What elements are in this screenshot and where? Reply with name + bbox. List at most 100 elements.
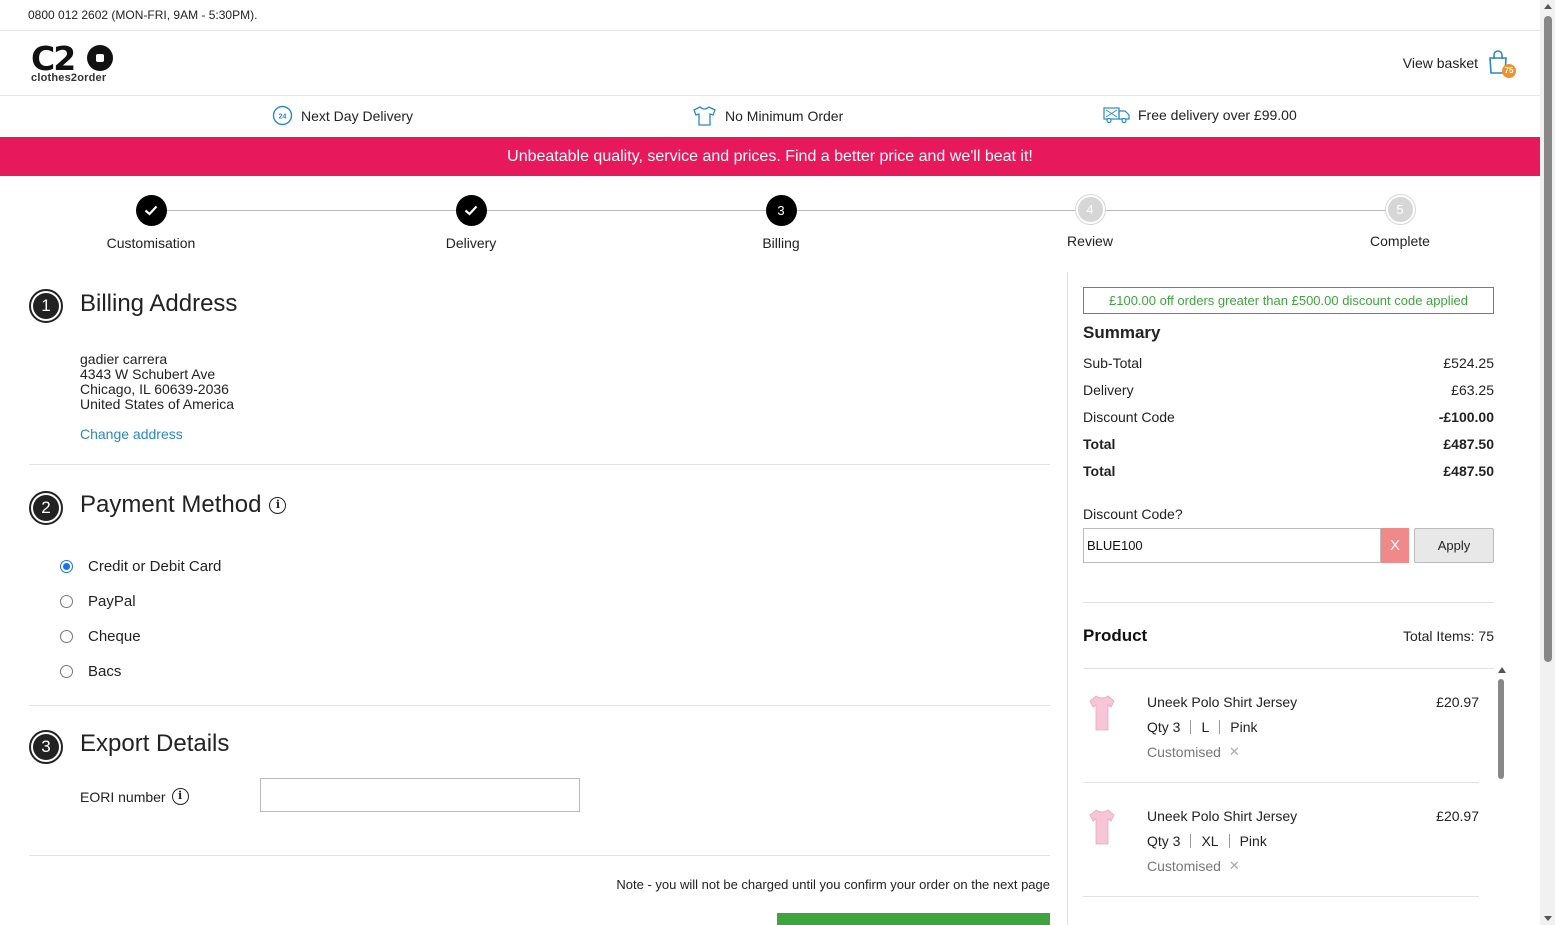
order-summary-panel: £100.00 off orders greater than £500.00 … [1083, 287, 1506, 925]
payment-option-paypal[interactable]: PayPal [60, 593, 136, 610]
section-title: Export Details [80, 730, 230, 757]
usp-label: Next Day Delivery [301, 107, 414, 124]
scroll-up-arrow-icon[interactable] [1544, 4, 1552, 9]
customised-tag: Customised ✕ [1147, 744, 1240, 760]
product-meta: Qty 3 XL Pink [1147, 833, 1267, 849]
usp-next-day: 24 Next Day Delivery [272, 105, 413, 126]
checkmark-icon [455, 195, 487, 226]
total-items: Total Items: 75 [1402, 627, 1494, 644]
product-name[interactable]: Uneek Polo Shirt Jersey [1147, 694, 1297, 710]
remove-icon[interactable]: ✕ [1229, 858, 1240, 874]
checkmark-icon [135, 195, 167, 226]
summary-rows: Sub-Total £524.25 Delivery £63.25 Discount… [1083, 350, 1494, 485]
section-number: 2 [29, 491, 63, 525]
product-meta: Qty 3 L Pink [1147, 719, 1258, 735]
column-divider [1067, 272, 1068, 925]
radio-button[interactable] [60, 595, 73, 608]
step-label: Review [1067, 233, 1113, 249]
checkout-progress: Customisation Delivery 3 Billing 4 Revie… [0, 176, 1540, 272]
step-label: Billing [762, 235, 800, 251]
address-country: United States of America [80, 396, 235, 412]
product-list-header: Product Total Items: 75 [1083, 603, 1494, 669]
product-name[interactable]: Uneek Polo Shirt Jersey [1147, 808, 1297, 824]
discount-code-input[interactable]: BLUE100 [1083, 528, 1381, 563]
scroll-down-arrow-icon[interactable] [1544, 916, 1552, 921]
logo-mark: C2 [31, 42, 117, 75]
product-list-scrollbar[interactable] [1497, 667, 1506, 925]
summary-row-subtotal: Sub-Total £524.25 [1083, 355, 1494, 371]
24h-delivery-icon: 24 [272, 105, 293, 126]
eori-label: EORI number i [80, 788, 189, 805]
price-promise-banner: Unbeatable quality, service and prices. … [0, 137, 1540, 176]
step-delivery[interactable]: Delivery [411, 195, 531, 251]
section-title: Billing Address [80, 290, 238, 317]
usp-label: No Minimum Order [725, 107, 844, 124]
payment-option-card[interactable]: Credit or Debit Card [60, 558, 221, 575]
section-title: Payment Method i [80, 491, 287, 519]
step-label: Delivery [445, 235, 497, 251]
product-thumbnail[interactable] [1087, 807, 1117, 847]
usp-no-minimum: No Minimum Order [692, 105, 843, 126]
payment-method-section: 2 Payment Method i Credit or Debit Card P… [29, 465, 1050, 706]
continue-button[interactable] [777, 913, 1050, 925]
scrollbar-thumb[interactable] [1544, 16, 1552, 662]
product-thumbnail[interactable] [1087, 693, 1117, 733]
basket-count-badge: 75 [1502, 64, 1516, 78]
section-number: 3 [29, 730, 63, 764]
summary-title: Summary [1083, 323, 1161, 342]
product-price: £20.97 [1436, 808, 1479, 824]
page-scrollbar[interactable] [1540, 0, 1555, 925]
scrollbar-thumb[interactable] [1498, 679, 1504, 779]
product-list: Uneek Polo Shirt Jersey £20.97 Qty 3 L Pin… [1083, 667, 1506, 925]
customised-tag: Customised ✕ [1147, 858, 1240, 874]
list-item: Uneek Polo Shirt Jersey £20.97 Qty 3 XL Pi… [1083, 783, 1479, 897]
step-complete: 5 Complete [1340, 195, 1460, 249]
summary-row-discount: Discount Code -£100.00 [1083, 409, 1494, 425]
discount-applied-notice: £100.00 off orders greater than £500.00 … [1083, 287, 1494, 314]
step-number: 5 [1385, 195, 1415, 224]
eori-input[interactable] [260, 778, 580, 812]
step-number: 3 [765, 195, 797, 226]
remove-icon[interactable]: ✕ [1229, 744, 1240, 760]
view-basket-label: View basket [1402, 55, 1478, 71]
shopping-bag-icon: 75 [1488, 50, 1516, 78]
charge-note: Note - you will not be charged until you… [616, 877, 1050, 892]
step-label: Complete [1370, 233, 1430, 249]
usp-bar: 24 Next Day Delivery No Minimum Order Fr… [0, 96, 1540, 137]
payment-option-cheque[interactable]: Cheque [60, 628, 141, 645]
radio-button[interactable] [60, 630, 73, 643]
info-icon[interactable]: i [269, 496, 287, 514]
product-heading: Product [1083, 625, 1148, 645]
billing-address-section: 1 Billing Address gadier carrera 4343 W … [29, 272, 1050, 465]
top-contact-bar: 0800 012 2602 (MON-FRI, 9AM - 5:30PM). [0, 0, 1540, 31]
payment-option-bacs[interactable]: Bacs [60, 663, 121, 680]
apply-discount-button[interactable]: Apply [1414, 528, 1494, 563]
checkout-form: 1 Billing Address gadier carrera 4343 W … [29, 272, 1050, 925]
clothes2order-logo[interactable]: C2 clothes2order [31, 42, 117, 86]
radio-button[interactable] [60, 665, 73, 678]
list-item: Uneek Polo Shirt Jersey £20.97 Qty 3 L Pin… [1083, 669, 1479, 783]
step-number: 4 [1075, 195, 1105, 224]
step-customisation[interactable]: Customisation [91, 195, 211, 251]
section-number: 1 [29, 289, 63, 323]
discount-code-form: BLUE100 X Apply [1083, 528, 1494, 563]
view-basket-link[interactable]: View basket 75 [1402, 50, 1516, 78]
usp-free-delivery: Free delivery over £99.00 [1103, 105, 1297, 124]
info-icon[interactable]: i [171, 788, 189, 805]
scroll-up-arrow-icon[interactable] [1498, 667, 1506, 673]
billing-address: gadier carrera 4343 W Schubert Ave Chica… [80, 352, 234, 412]
product-price: £20.97 [1436, 694, 1479, 710]
svg-text:24: 24 [279, 114, 287, 121]
site-header: C2 clothes2order View basket 75 [0, 31, 1540, 96]
clear-discount-button[interactable]: X [1381, 528, 1409, 563]
usp-label: Free delivery over £99.00 [1138, 106, 1297, 123]
summary-row-total: Total £487.50 [1083, 463, 1494, 479]
address-city: Chicago, IL 60639-2036 [80, 381, 229, 397]
step-label: Customisation [106, 235, 196, 251]
summary-row-delivery: Delivery £63.25 [1083, 382, 1494, 398]
step-review: 4 Review [1030, 195, 1150, 249]
phone-number: 0800 012 2602 (MON-FRI, 9AM - 5:30PM). [28, 8, 258, 22]
delivery-truck-icon [1103, 107, 1130, 124]
change-address-link[interactable]: Change address [80, 426, 183, 442]
radio-button[interactable] [60, 560, 73, 573]
